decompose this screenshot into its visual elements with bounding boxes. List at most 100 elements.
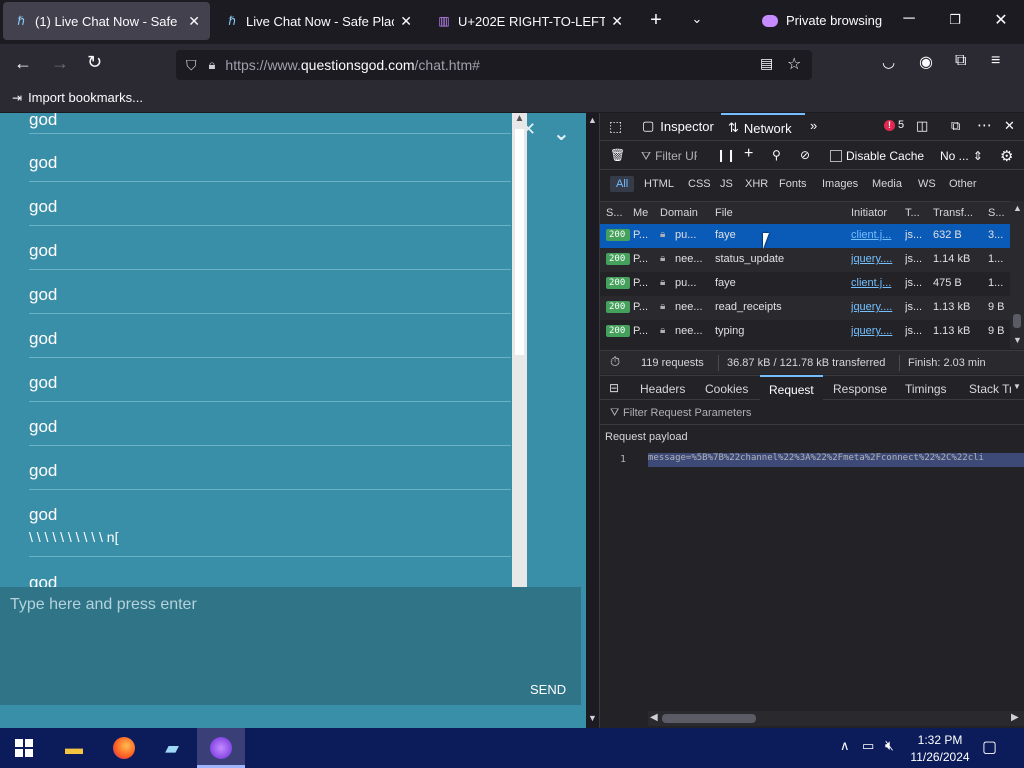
list-scroll-up-icon[interactable]: ▲ (1013, 203, 1022, 213)
add-filter-plus-icon[interactable]: + (744, 145, 753, 163)
tab-network[interactable]: ⇅ Network (721, 113, 805, 141)
list-tabs-chevron-icon[interactable]: ⌄ (685, 11, 709, 27)
taskbar-clock-time[interactable]: 1:32 PM (908, 733, 972, 747)
tab-live-chat-2[interactable]: ℏ Live Chat Now - Safe Place to ✕ (214, 2, 422, 40)
firefox-private-icon[interactable] (197, 728, 245, 768)
lock-icon[interactable]: 🔒︎ (209, 57, 216, 73)
search-icon[interactable]: ⚲ (772, 148, 781, 162)
collapse-chevron-icon[interactable]: ⌄ (553, 121, 570, 146)
filter-fonts-button[interactable]: Fonts (779, 178, 807, 190)
request-initiator-cell[interactable]: client.j... (851, 229, 901, 241)
request-row[interactable]: 200 P... 🔒︎ nee... read_receipts jquery.... js… (600, 296, 1010, 320)
bookmark-star-icon[interactable]: ☆ (787, 54, 801, 74)
tab-request[interactable]: Request (760, 375, 823, 400)
list-scroll-thumb[interactable] (1013, 314, 1021, 328)
chat-input-placeholder[interactable]: Type here and press enter (10, 596, 197, 614)
chat-scroll-thumb[interactable] (515, 129, 524, 355)
close-devtools-icon[interactable]: ✕ (1004, 118, 1015, 134)
request-row[interactable]: 200 P... 🔒︎ pu... faye client.j... js... 632 B 3… (600, 224, 1010, 248)
file-explorer-icon[interactable]: ▬ (50, 728, 98, 768)
column-type[interactable]: T... (905, 207, 920, 219)
tab-timings[interactable]: Timings (905, 382, 947, 396)
request-initiator-cell[interactable]: client.j... (851, 277, 901, 289)
column-status[interactable]: S... (606, 207, 623, 219)
more-tools-chevron-icon[interactable]: » (810, 118, 817, 133)
request-initiator[interactable]: jquery.... (851, 253, 901, 265)
request-initiator-cell[interactable]: jquery.... (851, 253, 901, 265)
import-bookmarks-button[interactable]: ⇥ Import bookmarks... (12, 90, 143, 105)
request-initiator[interactable]: client.j... (851, 277, 901, 289)
account-icon[interactable]: ◉ (919, 52, 933, 72)
disable-cache-checkbox[interactable]: Disable Cache (830, 149, 924, 163)
toggle-sidebar-icon[interactable]: ⊟ (609, 381, 619, 395)
start-windows-icon[interactable] (0, 728, 48, 768)
request-initiator[interactable]: jquery.... (851, 301, 901, 313)
tab-response[interactable]: Response (833, 382, 887, 396)
send-button[interactable]: SEND (530, 682, 566, 697)
request-initiator-cell[interactable]: jquery.... (851, 301, 901, 313)
filter-urls-input[interactable]: ⛛ Filter URLs (641, 149, 697, 164)
close-tab-icon[interactable]: ✕ (611, 13, 623, 30)
page-scroll-down-icon[interactable]: ▼ (588, 713, 597, 723)
tab-unicode-rtl[interactable]: ▥ U+202E RIGHT-TO-LEFT OVE ✕ (426, 2, 633, 40)
network-status-icon[interactable]: ▭ (862, 738, 874, 754)
pause-recording-icon[interactable]: ❙❙ (716, 148, 736, 162)
request-row[interactable]: 200 P... 🔒︎ nee... typing jquery.... js... 1.13… (600, 320, 1010, 344)
performance-stopwatch-icon[interactable]: ⏱︎ (610, 354, 620, 370)
close-window-button[interactable]: ✕ (989, 10, 1013, 30)
throttling-select[interactable]: No ... ⇕ (940, 149, 983, 163)
app-menu-icon[interactable]: ≡ (991, 52, 1000, 70)
show-hidden-icons-chevron-icon[interactable]: ∧ (840, 738, 850, 754)
filter-images-button[interactable]: Images (822, 178, 858, 190)
filter-xhr-button[interactable]: XHR (745, 178, 768, 190)
more-tabs-arrow-icon[interactable]: ▼ (1013, 382, 1021, 391)
volume-muted-icon[interactable]: 🔇︎ (885, 737, 894, 754)
column-file[interactable]: File (715, 207, 733, 219)
responsive-design-icon[interactable]: ⧉ (951, 118, 960, 134)
column-method[interactable]: Me (633, 207, 648, 219)
column-size[interactable]: S... (988, 207, 1005, 219)
address-bar[interactable]: ⛉ 🔒︎ https://www. questionsgod.com/chat.h… (176, 50, 812, 80)
tracking-protection-shield-icon[interactable]: ⛉ (186, 57, 197, 74)
block-requests-icon[interactable]: ⊘ (800, 148, 810, 162)
scroll-right-icon[interactable]: ▶ (1011, 712, 1019, 723)
devtools-menu-icon[interactable]: ⋯ (977, 116, 992, 134)
column-domain[interactable]: Domain (660, 207, 698, 219)
list-scroll-down-icon[interactable]: ▼ (1013, 335, 1022, 345)
payload-scroll-thumb[interactable] (662, 714, 756, 723)
tab-stack-trace[interactable]: Stack Tr (969, 382, 1011, 396)
scroll-up-arrow-icon[interactable]: ▲ (512, 113, 527, 127)
page-scrollbar[interactable]: ▲ ▼ (586, 113, 599, 728)
chat-input-area[interactable]: Type here and press enter SEND (0, 587, 581, 705)
filter-params-placeholder[interactable]: Filter Request Parameters (623, 407, 751, 419)
back-button[interactable]: ← (14, 53, 32, 74)
forward-button[interactable]: → (51, 53, 69, 74)
request-initiator-cell[interactable]: jquery.... (851, 325, 901, 337)
request-row[interactable]: 200 P... 🔒︎ nee... status_update jquery.... js… (600, 248, 1010, 272)
request-initiator[interactable]: client.j... (851, 229, 901, 241)
close-tab-icon[interactable]: ✕ (400, 13, 412, 30)
network-settings-gear-icon[interactable]: ⚙ (1000, 147, 1013, 165)
chat-scrollbar[interactable]: ▲ ▼ (512, 113, 527, 603)
page-scroll-up-icon[interactable]: ▲ (588, 115, 597, 125)
filter-media-button[interactable]: Media (872, 178, 902, 190)
filter-css-button[interactable]: CSS (688, 178, 711, 190)
column-transferred[interactable]: Transf... (933, 207, 973, 219)
filter-other-button[interactable]: Other (949, 178, 977, 190)
request-initiator[interactable]: jquery.... (851, 325, 901, 337)
close-tab-icon[interactable]: ✕ (188, 13, 200, 30)
reader-view-icon[interactable]: ▤ (760, 55, 773, 72)
filter-html-button[interactable]: HTML (644, 178, 674, 190)
minimize-button[interactable]: ─ (897, 10, 921, 28)
payload-horizontal-scrollbar[interactable]: ◀ ▶ (648, 711, 1024, 726)
filter-request-params[interactable]: ⛛ Filter Request Parameters (600, 401, 1024, 425)
filter-all-button[interactable]: All (610, 176, 635, 192)
filter-ws-button[interactable]: WS (918, 178, 936, 190)
firefox-icon[interactable] (100, 728, 148, 768)
notepad-icon[interactable]: ▰ (148, 728, 196, 768)
request-payload-text[interactable]: message=%5B%7B%22channel%22%3A%22%2Fmeta… (648, 453, 1024, 467)
taskbar-clock-date[interactable]: 11/26/2024 (906, 750, 974, 764)
filter-js-button[interactable]: JS (720, 178, 733, 190)
tab-headers[interactable]: Headers (640, 382, 685, 396)
extensions-icon[interactable]: ⧉ (955, 52, 966, 70)
